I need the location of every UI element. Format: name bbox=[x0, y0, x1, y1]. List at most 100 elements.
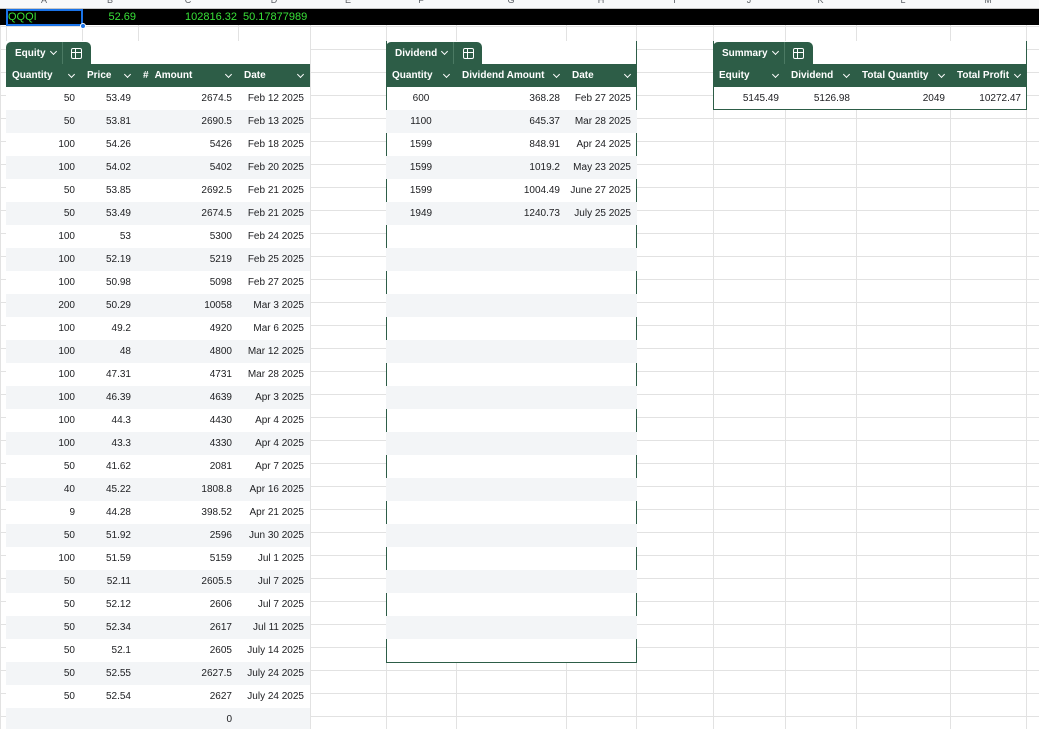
dividend-row[interactable] bbox=[386, 616, 637, 639]
dividend-cell[interactable] bbox=[386, 570, 456, 593]
equity-cell[interactable]: 4731 bbox=[137, 363, 238, 386]
chevron-down-icon[interactable] bbox=[296, 70, 305, 78]
dividend-cell[interactable] bbox=[456, 593, 566, 616]
summary-cell[interactable]: 5145.49 bbox=[713, 87, 785, 110]
dividend-row[interactable] bbox=[386, 570, 637, 593]
equity-cell[interactable]: 100 bbox=[6, 271, 81, 294]
dividend-cell[interactable]: 1004.49 bbox=[456, 179, 566, 202]
dividend-cell[interactable] bbox=[566, 248, 637, 271]
equity-row[interactable]: 100 43.3 4330 Apr 4 2025 bbox=[6, 432, 310, 455]
equity-cell[interactable]: July 14 2025 bbox=[238, 639, 310, 662]
equity-cell[interactable]: 53.85 bbox=[81, 179, 137, 202]
dividend-cell[interactable] bbox=[566, 455, 637, 478]
dividend-row[interactable] bbox=[386, 386, 637, 409]
equity-cell[interactable]: 50 bbox=[6, 87, 81, 110]
equity-cell[interactable]: Jul 1 2025 bbox=[238, 547, 310, 570]
dividend-cell[interactable] bbox=[456, 478, 566, 501]
dividend-row[interactable] bbox=[386, 340, 637, 363]
equity-cell[interactable]: 50.29 bbox=[81, 294, 137, 317]
summary-cell[interactable]: 2049 bbox=[856, 87, 951, 110]
dividend-cell[interactable] bbox=[566, 616, 637, 639]
equity-cell[interactable]: 52.54 bbox=[81, 685, 137, 708]
dividend-cell[interactable] bbox=[456, 639, 566, 662]
column-letter[interactable]: H bbox=[581, 0, 621, 5]
equity-cell[interactable]: 100 bbox=[6, 133, 81, 156]
equity-row[interactable]: 100 51.59 5159 Jul 1 2025 bbox=[6, 547, 310, 570]
dividend-cell[interactable] bbox=[456, 432, 566, 455]
equity-row[interactable]: 0 bbox=[6, 708, 310, 729]
equity-cell[interactable]: 52.55 bbox=[81, 662, 137, 685]
equity-cell[interactable]: 0 bbox=[137, 708, 238, 729]
equity-cell[interactable]: 9 bbox=[6, 501, 81, 524]
equity-cell[interactable]: Feb 13 2025 bbox=[238, 110, 310, 133]
dividend-row[interactable] bbox=[386, 363, 637, 386]
equity-cell[interactable]: 53.81 bbox=[81, 110, 137, 133]
equity-cell[interactable]: Jul 7 2025 bbox=[238, 593, 310, 616]
dividend-cell[interactable] bbox=[456, 294, 566, 317]
equity-cell[interactable]: Feb 21 2025 bbox=[238, 202, 310, 225]
dividend-cell[interactable] bbox=[566, 363, 637, 386]
dividend-cell[interactable] bbox=[566, 478, 637, 501]
equity-cell[interactable]: 53.49 bbox=[81, 202, 137, 225]
chevron-down-icon[interactable] bbox=[771, 70, 780, 78]
equity-cell[interactable]: 50 bbox=[6, 455, 81, 478]
dividend-cell[interactable] bbox=[566, 547, 637, 570]
equity-cell[interactable]: 52.1 bbox=[81, 639, 137, 662]
equity-cell[interactable]: 100 bbox=[6, 409, 81, 432]
equity-cell[interactable]: 44.3 bbox=[81, 409, 137, 432]
equity-cell[interactable]: 50 bbox=[6, 110, 81, 133]
chevron-down-icon[interactable] bbox=[937, 70, 946, 78]
dividend-row[interactable] bbox=[386, 593, 637, 616]
equity-cell[interactable]: Mar 28 2025 bbox=[238, 363, 310, 386]
equity-row[interactable]: 100 46.39 4639 Apr 3 2025 bbox=[6, 386, 310, 409]
equity-cell[interactable]: 52.11 bbox=[81, 570, 137, 593]
dividend-cell[interactable] bbox=[456, 616, 566, 639]
equity-row[interactable]: 100 44.3 4430 Apr 4 2025 bbox=[6, 409, 310, 432]
average-cell[interactable]: 50.17877989 bbox=[243, 9, 307, 25]
summary-cell[interactable]: 5126.98 bbox=[785, 87, 856, 110]
equity-cell[interactable]: 52.34 bbox=[81, 616, 137, 639]
dividend-row[interactable] bbox=[386, 639, 637, 662]
column-letter[interactable]: L bbox=[883, 0, 923, 5]
dividend-cell[interactable]: 848.91 bbox=[456, 133, 566, 156]
dividend-row[interactable] bbox=[386, 294, 637, 317]
dividend-cell[interactable] bbox=[566, 432, 637, 455]
dividend-row[interactable]: 1599 848.91 Apr 24 2025 bbox=[386, 133, 637, 156]
dividend-cell[interactable] bbox=[386, 478, 456, 501]
dividend-cell[interactable] bbox=[456, 570, 566, 593]
dividend-cell[interactable] bbox=[566, 524, 637, 547]
column-letter[interactable]: G bbox=[491, 0, 531, 5]
dividend-row[interactable]: 1949 1240.73 July 25 2025 bbox=[386, 202, 637, 225]
equity-cell[interactable]: Apr 4 2025 bbox=[238, 409, 310, 432]
equity-cell[interactable]: 2692.5 bbox=[137, 179, 238, 202]
equity-cell[interactable]: 50 bbox=[6, 179, 81, 202]
dividend-cell[interactable] bbox=[456, 409, 566, 432]
dividend-row[interactable]: 1100 645.37 Mar 28 2025 bbox=[386, 110, 637, 133]
equity-cell[interactable]: 43.3 bbox=[81, 432, 137, 455]
column-letter[interactable]: F bbox=[401, 0, 441, 5]
dividend-cell[interactable] bbox=[386, 593, 456, 616]
chevron-down-icon[interactable] bbox=[442, 70, 451, 78]
total-cell[interactable]: 102816.32 bbox=[138, 9, 237, 25]
dividend-cell[interactable]: 1019.2 bbox=[456, 156, 566, 179]
equity-cell[interactable]: 4800 bbox=[137, 340, 238, 363]
equity-cell[interactable]: July 24 2025 bbox=[238, 662, 310, 685]
equity-cell[interactable]: 5219 bbox=[137, 248, 238, 271]
dividend-cell[interactable] bbox=[386, 363, 456, 386]
dividend-cell[interactable] bbox=[566, 386, 637, 409]
equity-cell[interactable]: 50 bbox=[6, 639, 81, 662]
equity-cell[interactable]: 2690.5 bbox=[137, 110, 238, 133]
dividend-table-name[interactable]: Dividend bbox=[386, 42, 453, 64]
equity-cell[interactable]: 2605.5 bbox=[137, 570, 238, 593]
dividend-cell[interactable] bbox=[386, 616, 456, 639]
equity-cell[interactable]: 45.22 bbox=[81, 478, 137, 501]
dividend-cell[interactable]: 1240.73 bbox=[456, 202, 566, 225]
dividend-cell[interactable]: Feb 27 2025 bbox=[566, 87, 637, 110]
equity-cell[interactable]: 2674.5 bbox=[137, 87, 238, 110]
dividend-cell[interactable]: 1599 bbox=[386, 179, 456, 202]
summary-table-name[interactable]: Summary bbox=[713, 42, 784, 64]
equity-cell[interactable]: 54.26 bbox=[81, 133, 137, 156]
dividend-cell[interactable] bbox=[386, 639, 456, 662]
equity-cell[interactable]: Jun 30 2025 bbox=[238, 524, 310, 547]
dividend-cell[interactable] bbox=[566, 294, 637, 317]
